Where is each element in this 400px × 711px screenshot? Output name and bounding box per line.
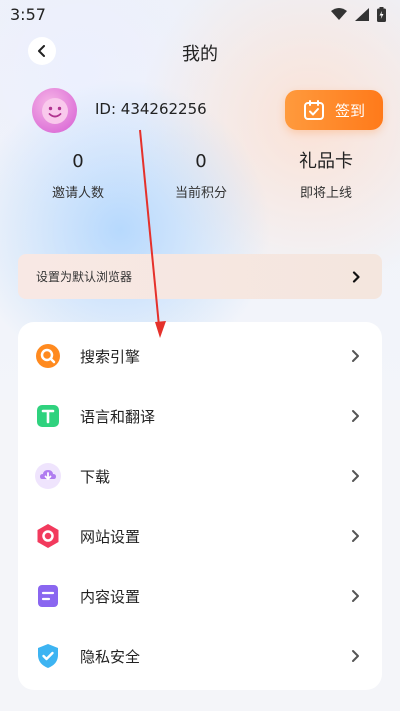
menu-item-label: 隐私安全 [80, 647, 141, 666]
translate-icon [37, 405, 59, 427]
content-settings-icon [38, 585, 58, 607]
stat-label: 即将上线 [299, 186, 352, 201]
menu-item-language-translate[interactable]: 语言和翻译 [18, 386, 382, 446]
set-default-browser-label: 设置为默认浏览器 [36, 270, 133, 284]
user-id: ID: 434262256 [95, 100, 207, 118]
menu-item-privacy-security[interactable]: 隐私安全 [18, 626, 382, 686]
menu-item-search-engine[interactable]: 搜索引擎 [18, 326, 382, 386]
status-icons [331, 6, 386, 22]
menu-item-label: 网站设置 [80, 527, 141, 546]
page-title: 我的 [182, 44, 218, 65]
chevron-right-icon [352, 350, 359, 362]
avatar[interactable] [32, 88, 77, 133]
set-default-browser-banner[interactable]: 设置为默认浏览器 [18, 254, 382, 299]
stat-gift-card[interactable]: 礼品卡 即将上线 [261, 150, 391, 201]
chevron-right-icon [352, 470, 359, 482]
menu-item-label: 内容设置 [80, 587, 141, 606]
search-engine-icon [36, 344, 60, 368]
settings-card: 搜索引擎 语言和翻译 下载 网站设置 内容设置 隐私安全 [18, 322, 382, 690]
chevron-right-icon [352, 650, 359, 662]
download-icon [35, 463, 61, 489]
privacy-shield-icon [38, 644, 58, 668]
signin-label: 签到 [334, 101, 365, 120]
website-settings-icon [37, 524, 59, 548]
menu-item-label: 搜索引擎 [80, 347, 141, 366]
stat-label: 邀请人数 [51, 186, 104, 201]
stats-row: 0 邀请人数 0 当前积分 礼品卡 即将上线 [0, 150, 400, 201]
stat-value: 0 [72, 151, 84, 172]
calendar-check-icon [303, 100, 324, 120]
stat-label: 当前积分 [174, 186, 227, 201]
status-time: 3:57 [10, 4, 46, 24]
stat-points[interactable]: 0 当前积分 [136, 150, 266, 201]
smiley-face-icon [41, 97, 68, 124]
stat-value: 礼品卡 [299, 151, 353, 172]
menu-item-website-settings[interactable]: 网站设置 [18, 506, 382, 566]
chevron-right-icon [352, 530, 359, 542]
stat-invites[interactable]: 0 邀请人数 [13, 150, 143, 201]
menu-item-label: 语言和翻译 [80, 407, 156, 426]
menu-item-content-settings[interactable]: 内容设置 [18, 566, 382, 626]
menu-item-download[interactable]: 下载 [18, 446, 382, 506]
signal-icon [355, 7, 369, 21]
status-bar: 3:57 [0, 0, 400, 28]
signin-button[interactable]: 签到 [285, 90, 383, 130]
wifi-icon [331, 7, 347, 20]
top-nav: 我的 [0, 32, 400, 72]
chevron-right-icon [352, 590, 359, 602]
battery-icon [377, 6, 386, 22]
chevron-right-icon [352, 410, 359, 422]
chevron-right-icon [352, 270, 360, 283]
menu-item-label: 下载 [80, 467, 111, 486]
stat-value: 0 [195, 151, 207, 172]
